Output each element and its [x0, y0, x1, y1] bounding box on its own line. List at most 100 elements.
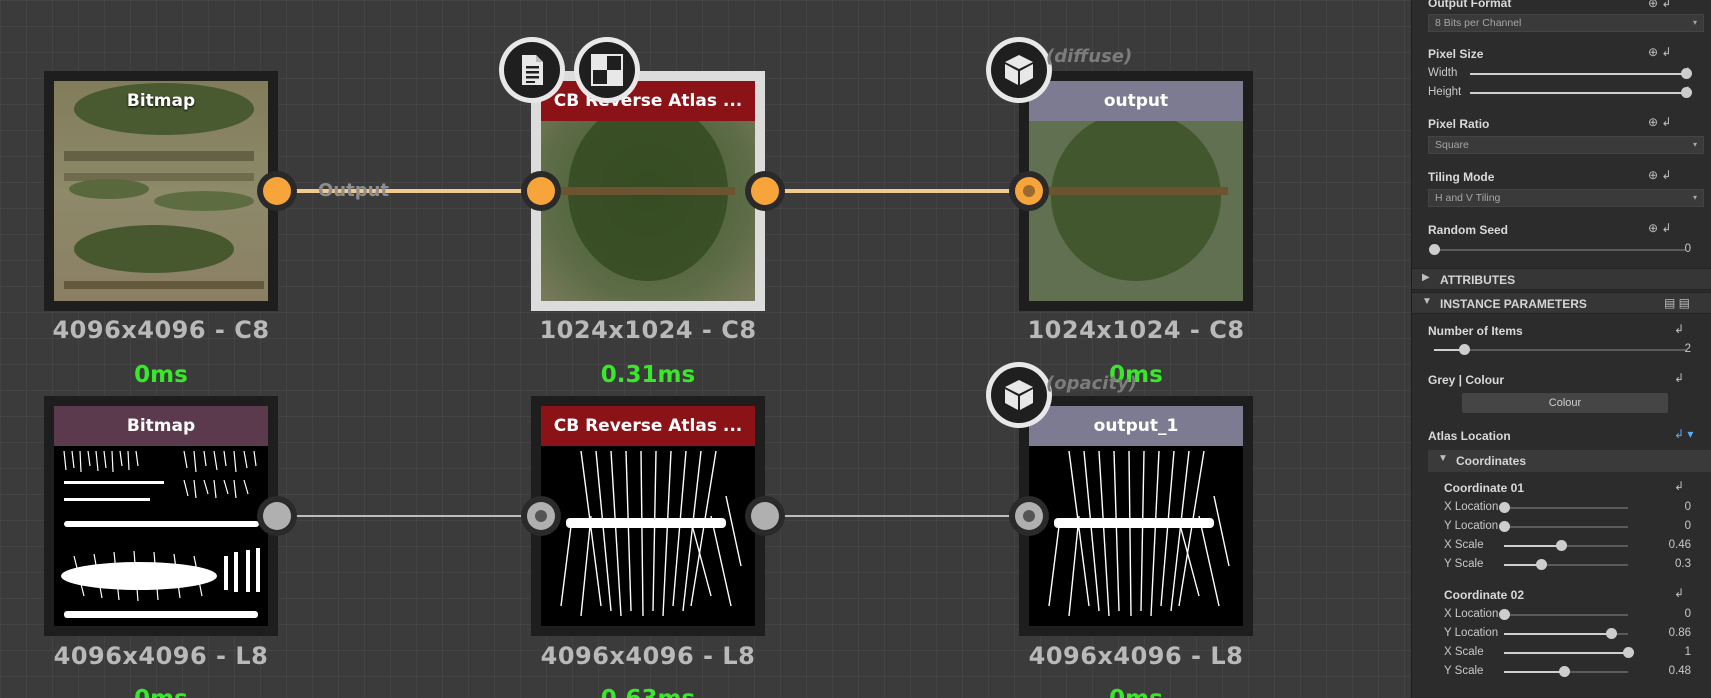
tiling-mode-dropdown[interactable]: H and V Tiling ▾ — [1428, 189, 1704, 207]
x-location-label: X Location — [1444, 608, 1499, 620]
node-resolution: 4096x4096 - C8 — [52, 316, 270, 344]
x-location-label: X Location — [1444, 501, 1499, 513]
y-location-label: Y Location — [1444, 520, 1499, 532]
output-format-title: Output Format — [1428, 0, 1512, 10]
attributes-title: ATTRIBUTES — [1440, 273, 1516, 287]
node-frame: CB Reverse Atlas ... — [541, 81, 755, 301]
number-of-items-value[interactable]: 2 — [1685, 343, 1691, 355]
link-icon[interactable]: ↲ ▾ — [1674, 427, 1693, 441]
x-scale-value[interactable]: 1 — [1685, 646, 1691, 658]
coordinates-title: Coordinates — [1456, 454, 1527, 468]
node-frame: output — [1029, 81, 1243, 301]
width-value[interactable]: 1 — [1685, 67, 1691, 79]
node-bitmap-mask[interactable]: Bitmap — [44, 396, 278, 636]
output-format-dropdown[interactable]: 8 Bits per Channel ▾ — [1428, 14, 1704, 32]
output-port[interactable] — [745, 496, 785, 536]
chevron-down-icon: ▼ — [1438, 453, 1448, 464]
node-badge-output[interactable] — [986, 37, 1052, 103]
node-cb-reverse-atlas-color[interactable]: CB Reverse Atlas ... — [531, 71, 765, 311]
output-format-value: 8 Bits per Channel — [1435, 17, 1522, 29]
node-resolution: 4096x4096 - L8 — [540, 642, 756, 670]
properties-panel: Output Format ⊕ ↲ 8 Bits per Channel ▾ P… — [1411, 0, 1711, 698]
node-badge-tiling[interactable] — [574, 37, 640, 103]
x-scale-value[interactable]: 0.46 — [1669, 539, 1691, 551]
wire-label-output: Output — [318, 180, 390, 201]
node-cook-time: 0.63ms — [531, 686, 765, 698]
height-value[interactable]: 1 — [1685, 86, 1691, 98]
node-title: Bitmap — [126, 91, 196, 111]
output-port[interactable] — [257, 496, 297, 536]
atlas-location-title: Atlas Location — [1428, 429, 1511, 443]
coordinate-01-title: Coordinate 01 — [1444, 481, 1525, 495]
output-usage-label: (diffuse) — [1046, 46, 1133, 67]
param-icons[interactable]: ⊕ ↲ — [1648, 45, 1671, 59]
y-scale-slider[interactable] — [1504, 559, 1628, 571]
node-badge-output[interactable] — [986, 362, 1052, 428]
number-of-items-slider[interactable] — [1434, 344, 1686, 356]
param-icons[interactable]: ↲ — [1674, 371, 1684, 385]
graph-canvas[interactable]: Output Bitmap 4096x4096 - C8 0ms CB Reve… — [0, 0, 1411, 698]
preset-icons[interactable]: ▤ ▤ — [1664, 296, 1690, 310]
instance-parameters-section[interactable]: ▼ INSTANCE PARAMETERS ▤ ▤ — [1412, 292, 1711, 314]
output-port[interactable] — [745, 171, 785, 211]
node-output-opacity[interactable]: output_1 — [1019, 396, 1253, 636]
param-icons[interactable]: ⊕ ↲ — [1648, 0, 1671, 10]
y-location-label: Y Location — [1444, 627, 1499, 639]
x-location-value[interactable]: 0 — [1685, 501, 1691, 513]
param-icons[interactable]: ↲ — [1674, 586, 1684, 600]
node-output-diffuse[interactable]: output — [1019, 71, 1253, 311]
param-icons[interactable]: ⊕ ↲ — [1648, 115, 1671, 129]
random-seed-title: Random Seed — [1428, 223, 1509, 237]
node-cook-time: 0ms — [44, 686, 278, 698]
param-icons[interactable]: ⊕ ↲ — [1648, 221, 1671, 235]
number-of-items-title: Number of Items — [1428, 324, 1523, 338]
output-port[interactable] — [257, 171, 297, 211]
chevron-down-icon: ▾ — [1692, 18, 1697, 27]
pixel-ratio-title: Pixel Ratio — [1428, 117, 1490, 131]
random-seed-value[interactable]: 0 — [1685, 243, 1691, 255]
height-label: Height — [1428, 86, 1462, 98]
y-scale-value[interactable]: 0.48 — [1669, 665, 1691, 677]
chevron-down-icon: ▾ — [1692, 140, 1697, 149]
x-location-value[interactable]: 0 — [1685, 608, 1691, 620]
y-location-value[interactable]: 0 — [1685, 520, 1691, 532]
y-location-slider[interactable] — [1499, 521, 1628, 533]
y-scale-value[interactable]: 0.3 — [1675, 558, 1691, 570]
node-title: Bitmap — [54, 406, 268, 446]
input-port[interactable] — [1009, 171, 1049, 211]
node-badge-comment[interactable] — [499, 37, 565, 103]
param-icons[interactable]: ↲ — [1674, 479, 1684, 493]
coordinates-section[interactable]: ▼ Coordinates — [1428, 450, 1711, 472]
x-scale-slider[interactable] — [1504, 647, 1634, 659]
attributes-section[interactable]: ▶ ATTRIBUTES — [1412, 268, 1711, 290]
x-location-slider[interactable] — [1499, 502, 1628, 514]
y-scale-slider[interactable] — [1504, 666, 1628, 678]
input-port[interactable] — [1009, 496, 1049, 536]
y-location-slider[interactable] — [1504, 628, 1628, 640]
pixel-ratio-value: Square — [1435, 139, 1469, 151]
input-port[interactable] — [521, 171, 561, 211]
input-port[interactable] — [521, 496, 561, 536]
grey-colour-title: Grey | Colour — [1428, 373, 1505, 387]
param-icons[interactable]: ⊕ ↲ — [1648, 168, 1671, 182]
y-location-value[interactable]: 0.86 — [1669, 627, 1691, 639]
node-cb-reverse-atlas-mask[interactable]: CB Reverse Atlas ... — [531, 396, 765, 636]
output-usage-label: (opacity) — [1046, 373, 1138, 394]
height-slider[interactable] — [1470, 87, 1692, 99]
chevron-down-icon: ▾ — [1692, 193, 1697, 202]
cube-icon — [1005, 380, 1033, 410]
node-frame: Bitmap — [54, 406, 268, 626]
coordinate-02-title: Coordinate 02 — [1444, 588, 1525, 602]
x-scale-label: X Scale — [1444, 646, 1484, 658]
colour-button[interactable]: Colour — [1462, 393, 1668, 413]
width-slider[interactable] — [1470, 68, 1692, 80]
node-bitmap-color[interactable]: Bitmap — [44, 71, 278, 311]
app-root: Output Bitmap 4096x4096 - C8 0ms CB Reve… — [0, 0, 1711, 698]
param-icons[interactable]: ↲ — [1674, 322, 1684, 336]
cube-icon — [1005, 55, 1033, 85]
x-scale-slider[interactable] — [1504, 540, 1628, 552]
x-location-slider[interactable] — [1499, 609, 1628, 621]
pixel-ratio-dropdown[interactable]: Square ▾ — [1428, 136, 1704, 154]
random-seed-slider[interactable] — [1429, 244, 1686, 256]
y-scale-label: Y Scale — [1444, 665, 1484, 677]
